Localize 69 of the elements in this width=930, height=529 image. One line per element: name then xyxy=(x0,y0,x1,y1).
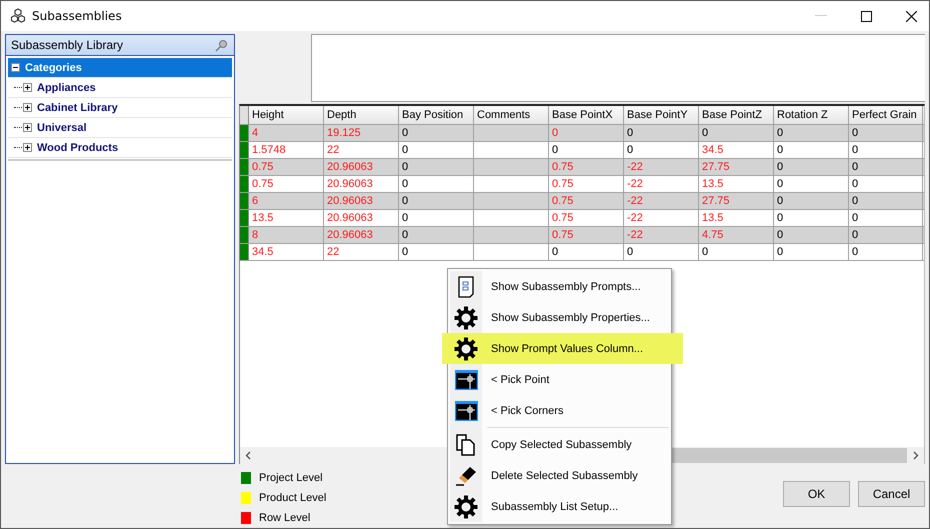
table-cell: 27.75 xyxy=(702,161,730,173)
table-cell: -22 xyxy=(627,195,643,207)
table-cell: 20.96063 xyxy=(327,212,373,224)
window-title: Subassemblies xyxy=(32,9,122,23)
table-cell: 0 xyxy=(627,144,634,156)
table-cell: 1.5748 xyxy=(252,144,286,156)
table-cell: 19.125 xyxy=(327,127,361,139)
table-cell: 0 xyxy=(852,127,858,139)
table-cell: 0 xyxy=(777,246,784,258)
table-cell: 0 xyxy=(627,246,634,258)
table-cell: 0 xyxy=(852,161,858,173)
table-cell: 0 xyxy=(852,144,858,156)
table-cell: -22 xyxy=(627,229,643,241)
table-cell: 0 xyxy=(777,178,784,190)
legend-label: Product Level xyxy=(259,492,326,504)
table-cell: 0 xyxy=(777,195,784,207)
table-cell: 34.5 xyxy=(252,246,274,258)
table-cell: 0 xyxy=(777,161,784,173)
table-cell: 0 xyxy=(777,127,784,139)
table-cell: 4.75 xyxy=(702,229,724,241)
table-cell: 20.96063 xyxy=(327,178,373,190)
table-cell: 13.5 xyxy=(252,212,274,224)
table-cell: 0.75 xyxy=(552,229,574,241)
table-cell: 0 xyxy=(777,144,784,156)
table-cell: 0 xyxy=(777,212,784,224)
table-cell: -22 xyxy=(627,161,643,173)
table-cell: 34.5 xyxy=(702,144,724,156)
table-cell: 0 xyxy=(852,195,858,207)
table-cell: 13.5 xyxy=(702,178,724,190)
table-cell: 0 xyxy=(852,229,858,241)
table-cell: 0 xyxy=(627,127,634,139)
table-cell: 0 xyxy=(852,178,858,190)
table-cell: 0 xyxy=(777,229,784,241)
table-cell: 0 xyxy=(402,229,408,241)
table-cell: 6 xyxy=(252,195,258,207)
table-cell: 0 xyxy=(402,161,408,173)
table-cell: 0 xyxy=(702,127,708,139)
table-cell: 22 xyxy=(327,144,340,156)
table-cell: 0.75 xyxy=(252,178,274,190)
table-cell: 20.96063 xyxy=(327,161,373,173)
table-cell: 0 xyxy=(402,195,408,207)
legend-label: Project Level xyxy=(259,472,323,484)
table-cell: -22 xyxy=(627,178,643,190)
table-cell: 0 xyxy=(402,178,408,190)
table-cell: 27.75 xyxy=(702,195,730,207)
panel-title: Subassembly Library xyxy=(11,38,124,52)
table-cell: 13.5 xyxy=(702,212,724,224)
table-cell: 0 xyxy=(552,246,558,258)
table-cell: 0 xyxy=(402,246,408,258)
table-cell: 20.96063 xyxy=(327,229,373,241)
table-cell: 0 xyxy=(702,246,708,258)
table-cell: 0 xyxy=(552,127,558,139)
table-cell: 0 xyxy=(852,212,858,224)
table-cell: 22 xyxy=(327,246,340,258)
table-cell: 20.96063 xyxy=(327,195,373,207)
legend-label: Row Level xyxy=(259,512,310,524)
table-cell: 0 xyxy=(402,144,408,156)
table-cell: 4 xyxy=(252,127,258,139)
table-cell: 0 xyxy=(402,212,408,224)
table-cell: 0.75 xyxy=(552,178,574,190)
table-cell: 0.75 xyxy=(552,195,574,207)
table-cell: -22 xyxy=(627,212,643,224)
table-cell: 0 xyxy=(852,246,858,258)
table-cell: 0 xyxy=(402,127,408,139)
table-cell: 8 xyxy=(252,229,258,241)
table-cell: 0.75 xyxy=(252,161,274,173)
table-cell: 0 xyxy=(552,144,558,156)
table-cell: 0.75 xyxy=(552,161,574,173)
table-cell: 0.75 xyxy=(552,212,574,224)
